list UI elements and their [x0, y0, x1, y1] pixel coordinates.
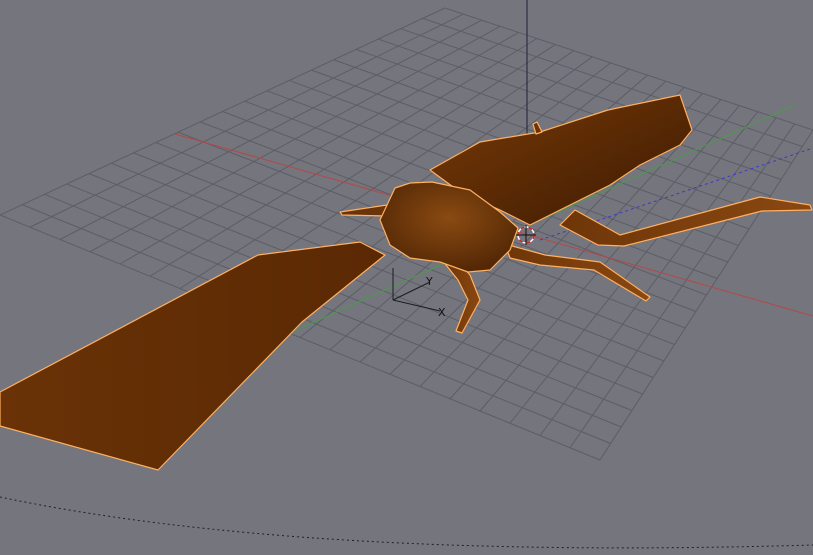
grid-line: [599, 129, 813, 461]
insect-wing[interactable]: [0, 241, 386, 471]
transform-manipulator-icon[interactable]: Y X: [392, 268, 446, 319]
view-clip-boundary: [0, 496, 813, 549]
manipulator-label-x: X: [438, 306, 446, 319]
3d-cursor-icon[interactable]: [516, 225, 536, 245]
3d-viewport[interactable]: Y X: [0, 0, 813, 555]
insect-model[interactable]: [0, 94, 813, 471]
manipulator-label-y: Y: [425, 275, 433, 288]
insect-mid-leg[interactable]: [504, 243, 651, 302]
